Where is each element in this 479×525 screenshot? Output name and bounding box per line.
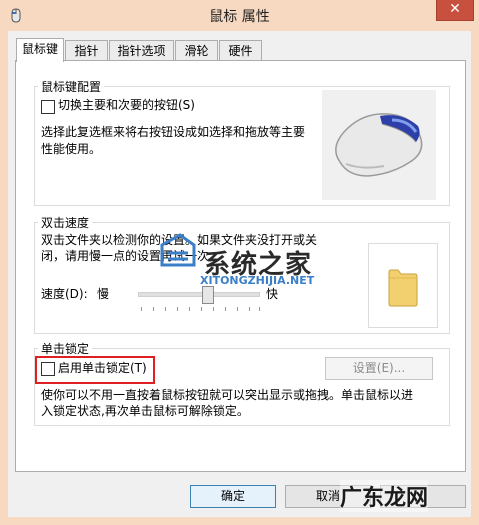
close-button[interactable]: ✕ bbox=[436, 0, 474, 21]
speed-label: 速度(D): bbox=[41, 287, 88, 301]
watermark-corner: 广东龙网 bbox=[340, 480, 429, 512]
click-lock-label[interactable]: 启用单击锁定(T) bbox=[58, 360, 147, 377]
slider-tick bbox=[177, 307, 178, 311]
click-lock-desc-line2: 入锁定状态,再次单击鼠标可解除锁定。 bbox=[41, 404, 249, 418]
click-lock-settings-button[interactable]: 设置(E)... bbox=[325, 357, 433, 380]
folder-icon bbox=[388, 269, 418, 307]
click-lock-desc-line1: 使你可以不用一直按着鼠标按钮就可以突出显示或拖拽。单击鼠标以进 bbox=[41, 388, 414, 402]
title-bar: 鼠标 属性 ✕ bbox=[0, 0, 479, 31]
double-click-title: 双击速度 bbox=[38, 214, 93, 231]
watermark-logo bbox=[160, 233, 196, 267]
slider-tick bbox=[259, 307, 260, 311]
slider-tick bbox=[189, 307, 190, 311]
switch-buttons-checkbox[interactable] bbox=[41, 100, 55, 114]
slow-label: 慢 bbox=[97, 287, 110, 301]
switch-buttons-label[interactable]: 切换主要和次要的按钮(S) bbox=[58, 97, 195, 114]
speed-slider-thumb[interactable] bbox=[202, 286, 214, 304]
tab-hardware[interactable]: 硬件 bbox=[219, 40, 262, 61]
ok-button[interactable]: 确定 bbox=[190, 485, 276, 508]
mouse-image bbox=[335, 113, 423, 177]
tab-pointer-options[interactable]: 指针选项 bbox=[109, 40, 174, 61]
fast-label: 快 bbox=[266, 287, 279, 301]
watermark-site-url: XITONGZHIJIA.NET bbox=[200, 274, 315, 287]
button-config-desc-line2: 性能使用。 bbox=[41, 142, 102, 156]
tab-buttons[interactable]: 鼠标键 bbox=[16, 38, 64, 62]
button-config-title: 鼠标键配置 bbox=[38, 78, 105, 95]
slider-tick bbox=[153, 307, 154, 311]
click-lock-checkbox[interactable] bbox=[41, 362, 55, 376]
test-folder-area[interactable] bbox=[368, 243, 438, 328]
slider-tick bbox=[165, 307, 166, 311]
slider-tick bbox=[249, 307, 250, 311]
slider-tick bbox=[213, 307, 214, 311]
slider-tick bbox=[237, 307, 238, 311]
tab-wheel[interactable]: 滑轮 bbox=[175, 40, 218, 61]
slider-tick bbox=[141, 307, 142, 311]
slider-tick bbox=[201, 307, 202, 311]
speed-slider-track[interactable] bbox=[138, 292, 260, 297]
mouse-illustration bbox=[322, 90, 436, 200]
slider-tick bbox=[225, 307, 226, 311]
close-icon: ✕ bbox=[449, 1, 461, 17]
click-lock-title: 单击锁定 bbox=[38, 340, 93, 357]
button-config-desc-line1: 选择此复选框来将右按钮设成如选择和拖放等主要 bbox=[41, 125, 306, 139]
tab-pointers[interactable]: 指针 bbox=[65, 40, 108, 61]
window-title: 鼠标 属性 bbox=[209, 9, 270, 25]
